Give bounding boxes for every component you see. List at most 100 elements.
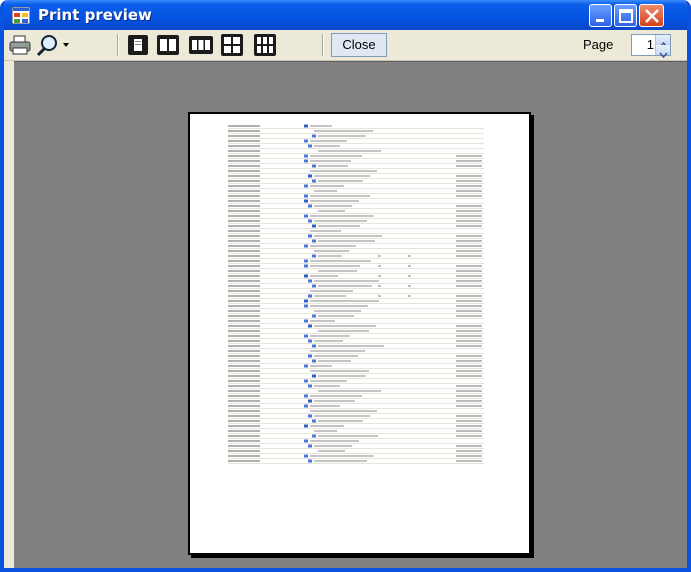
- row-detail: [456, 190, 482, 192]
- row-rule: [228, 248, 484, 249]
- row-text: [310, 230, 341, 232]
- row-detail: [456, 265, 482, 267]
- row-timestamp: [228, 145, 260, 147]
- row-rule: [228, 323, 484, 324]
- preview-area[interactable]: [14, 61, 687, 568]
- row-rule: [228, 233, 484, 234]
- row-timestamp: [228, 230, 260, 232]
- row-text: [314, 205, 352, 207]
- one-page-button[interactable]: [126, 33, 150, 57]
- row-timestamp: [228, 280, 260, 282]
- row-icon: [304, 404, 308, 408]
- row-text: [310, 265, 360, 267]
- row-text: [318, 345, 384, 347]
- row-rule: [228, 398, 484, 399]
- three-pages-button[interactable]: [188, 33, 214, 57]
- row-rule: [228, 378, 484, 379]
- row-icon: [308, 354, 312, 358]
- row-rule: [228, 238, 484, 239]
- row-timestamp: [228, 205, 260, 207]
- six-pages-button[interactable]: [253, 33, 277, 57]
- row-text: [314, 220, 367, 222]
- two-pages-button[interactable]: [156, 33, 180, 57]
- row-text: [314, 130, 373, 132]
- row-rule: [228, 293, 484, 294]
- chevron-down-icon: [659, 52, 668, 59]
- row-icon: [308, 204, 312, 208]
- row-timestamp: [228, 385, 260, 387]
- row-icon: [304, 264, 308, 268]
- row-rule: [228, 158, 484, 159]
- row-timestamp: [228, 300, 260, 302]
- page-number-input[interactable]: 1: [634, 37, 654, 52]
- row-icon: [304, 439, 308, 443]
- close-preview-button[interactable]: Close: [331, 33, 387, 57]
- row-icon: [304, 159, 308, 163]
- row-rule: [228, 183, 484, 184]
- row-text: [310, 200, 359, 202]
- row-text: [310, 155, 362, 157]
- row-rule: [228, 173, 484, 174]
- row-icon: [304, 124, 308, 128]
- row-rule: [228, 153, 484, 154]
- row-rule: [228, 198, 484, 199]
- row-timestamp: [228, 430, 260, 432]
- maximize-button[interactable]: [614, 4, 637, 27]
- row-text: [310, 245, 356, 247]
- row-detail: [456, 175, 482, 177]
- page-down-button[interactable]: [655, 45, 670, 59]
- row-text: [310, 365, 332, 367]
- row-detail: [456, 340, 482, 342]
- row-text: [310, 380, 347, 382]
- row-timestamp: [228, 190, 260, 192]
- row-timestamp: [228, 360, 260, 362]
- row-timestamp: [228, 325, 260, 327]
- close-window-button[interactable]: [639, 4, 664, 27]
- row-text: [314, 355, 358, 357]
- row-rule: [228, 343, 484, 344]
- row-timestamp: [228, 450, 260, 452]
- row-text: [310, 405, 340, 407]
- row-text: [318, 450, 345, 452]
- row-detail: [456, 330, 482, 332]
- row-timestamp: [228, 225, 260, 227]
- row-text: [310, 170, 377, 172]
- row-timestamp: [228, 340, 260, 342]
- row-detail: [456, 375, 482, 377]
- row-rule: [228, 458, 484, 459]
- page-number-spinner[interactable]: 1: [631, 34, 671, 59]
- zoom-button[interactable]: [36, 33, 74, 57]
- row-timestamp: [228, 445, 260, 447]
- row-text: [318, 135, 366, 137]
- row-timestamp: [228, 405, 260, 407]
- row-text: [318, 315, 354, 317]
- row-detail: [456, 165, 482, 167]
- print-button[interactable]: [8, 33, 32, 57]
- page-up-button[interactable]: [655, 35, 670, 48]
- row-rule: [228, 443, 484, 444]
- window-title: Print preview: [38, 6, 152, 24]
- row-text: [318, 255, 342, 257]
- row-text: [314, 325, 376, 327]
- row-detail: [456, 215, 482, 217]
- row-icon: [308, 174, 312, 178]
- row-timestamp: [228, 240, 260, 242]
- row-timestamp: [228, 255, 260, 257]
- row-rule: [228, 228, 484, 229]
- four-pages-button[interactable]: [220, 33, 244, 57]
- row-text: [310, 335, 350, 337]
- row-timestamp: [228, 400, 260, 402]
- row-detail: [456, 390, 482, 392]
- minimize-button[interactable]: [589, 4, 612, 27]
- row-icon: [312, 434, 316, 438]
- toolbar-separator: [117, 34, 119, 56]
- row-detail: [456, 450, 482, 452]
- row-value: [378, 275, 381, 277]
- title-bar[interactable]: Print preview: [4, 0, 687, 30]
- row-rule: [228, 463, 484, 464]
- row-text: [318, 420, 363, 422]
- row-rule: [228, 253, 484, 254]
- row-icon: [312, 344, 316, 348]
- row-detail: [456, 345, 482, 347]
- row-icon: [312, 224, 316, 228]
